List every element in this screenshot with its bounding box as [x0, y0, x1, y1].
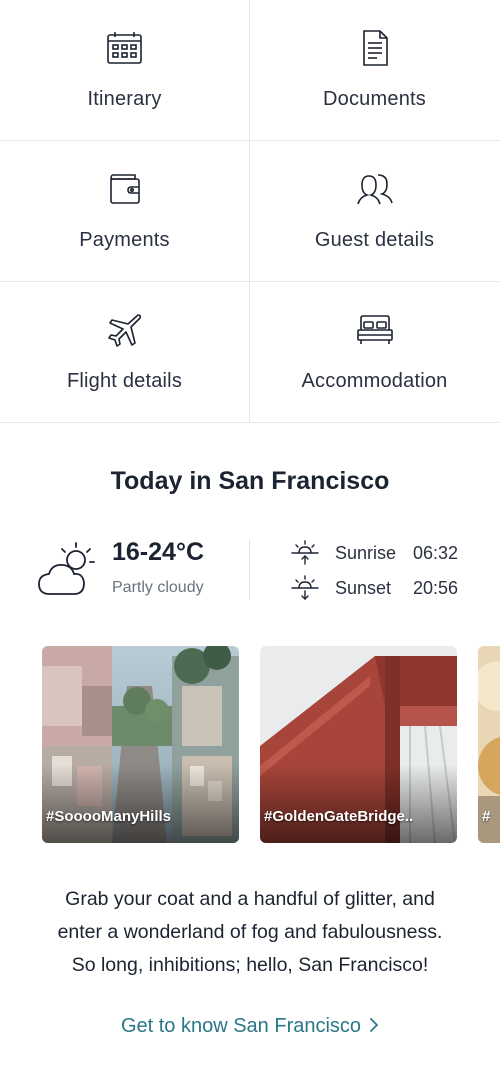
tile-label: Guest details: [314, 229, 435, 251]
sunset-icon: [290, 575, 320, 601]
bed-icon: [355, 310, 395, 350]
description-line: Grab your coat and a handful of glitter,…: [65, 888, 435, 910]
tile-payments[interactable]: Payments: [0, 141, 249, 281]
document-icon: [355, 28, 395, 68]
photo-hashtag: #GoldenGateBridge..: [264, 808, 414, 825]
sunrise-icon: [290, 540, 320, 566]
photo-card[interactable]: #: [478, 646, 500, 843]
section-title: Today in San Francisco: [110, 467, 390, 495]
photo-card[interactable]: #SooooManyHills: [42, 646, 239, 843]
tile-label: Accommodation: [301, 370, 448, 392]
tile-itinerary[interactable]: Itinerary: [0, 0, 249, 140]
tile-label: Itinerary: [87, 88, 162, 110]
description-line: So long, inhibitions; hello, San Francis…: [71, 954, 429, 976]
city-description: Grab your coat and a handful of glitter,…: [20, 883, 480, 982]
calendar-icon: [105, 28, 145, 68]
tile-flight-details[interactable]: Flight details: [0, 282, 249, 422]
wallet-icon: [105, 169, 145, 209]
tile-documents[interactable]: Documents: [250, 0, 499, 140]
chevron-right-icon: [369, 1015, 379, 1038]
get-to-know-link[interactable]: Get to know San Francisco: [0, 1015, 500, 1038]
tile-label: Payments: [79, 229, 170, 251]
sunrise-time: 06:32: [413, 543, 459, 563]
sunrise-row: Sunrise 06:32: [290, 539, 470, 567]
temperature: 16-24°C: [112, 538, 204, 566]
trip-menu-grid: Itinerary Documents Payments Guest detai…: [0, 0, 500, 423]
photo-carousel[interactable]: #SooooManyHills #GoldenGateBridge.. #: [42, 646, 500, 843]
sunset-label: Sunset: [335, 578, 392, 598]
sunrise-label: Sunrise: [335, 543, 397, 563]
plane-icon: [105, 310, 145, 350]
tile-guest-details[interactable]: Guest details: [250, 141, 499, 281]
tile-label: Flight details: [66, 370, 183, 392]
description-line: enter a wonderland of fog and fabulousne…: [57, 921, 443, 943]
grid-divider-horizontal: [0, 422, 500, 423]
partly-cloudy-icon: [36, 540, 100, 600]
photo-hashtag: #: [482, 808, 491, 825]
weather-condition: Partly cloudy: [112, 579, 204, 596]
tile-label: Documents: [323, 88, 426, 110]
guests-icon: [355, 169, 395, 209]
photo-card[interactable]: #GoldenGateBridge..: [260, 646, 457, 843]
tile-accommodation[interactable]: Accommodation: [250, 282, 499, 422]
link-label: Get to know San Francisco: [120, 1015, 362, 1037]
sunset-time: 20:56: [413, 578, 459, 598]
sunset-row: Sunset 20:56: [290, 574, 470, 602]
weather-divider: [249, 540, 250, 600]
photo-hashtag: #SooooManyHills: [46, 808, 172, 825]
